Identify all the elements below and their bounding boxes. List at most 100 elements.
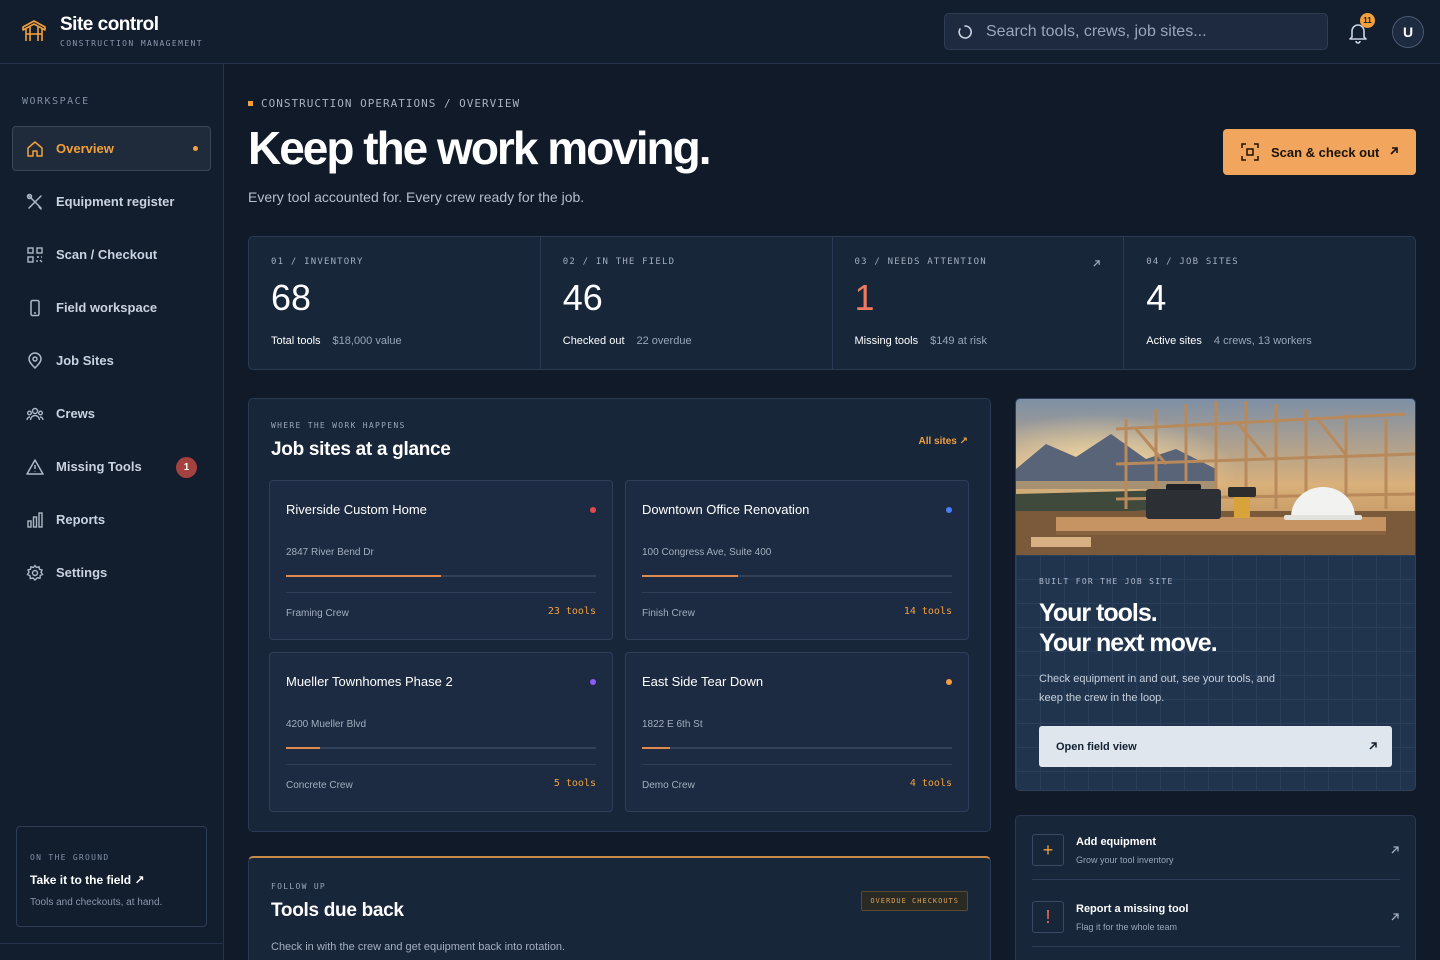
brand[interactable]: Site control CONSTRUCTION MANAGEMENT [20, 14, 203, 48]
overdue-badge: OVERDUE CHECKOUTS [861, 891, 968, 911]
panel-kicker: FOLLOW UP [271, 882, 327, 891]
field-card[interactable]: ON THE GROUND Take it to the field ↗ Too… [16, 826, 207, 927]
site-status-dot [590, 679, 596, 685]
field-card-title: Take it to the field ↗ [30, 873, 145, 887]
sidebar-item-label: Reports [56, 512, 106, 527]
field-card-desc: Tools and checkouts, at hand. [30, 897, 163, 908]
sidebar-item-label: Settings [56, 565, 108, 580]
site-progress-track [642, 575, 952, 577]
stat-meta: 4 crews, 13 workers [1213, 335, 1312, 347]
site-address: 1822 E 6th St [642, 719, 703, 730]
divider [286, 764, 596, 765]
site-name: Downtown Office Renovation [642, 502, 810, 517]
exclamation-icon: ! [1032, 901, 1064, 933]
promo-kicker: BUILT FOR THE JOB SITE [1039, 577, 1174, 586]
promo-title: Your tools. Your next move. [1039, 598, 1339, 658]
stat-needs-attention[interactable]: 03 / NEEDS ATTENTION 1 Missing tools $149… [833, 237, 1125, 369]
site-crew: Finish Crew [642, 608, 695, 619]
stat-meta: 22 overdue [636, 335, 692, 347]
add-equipment-action[interactable]: + Add equipment Grow your tool inventory [1032, 816, 1400, 880]
sidebar-section-label: WORKSPACE [22, 96, 90, 107]
site-progress-fill [642, 575, 739, 577]
open-field-view-label: Open field view [1056, 740, 1137, 753]
quick-actions-panel: + Add equipment Grow your tool inventory… [1015, 815, 1416, 960]
sidebar-item-label: Missing Tools [56, 459, 142, 474]
sidebar-item-reports[interactable]: Reports [12, 497, 211, 542]
sidebar-item-label: Scan / Checkout [56, 247, 158, 262]
divider [286, 592, 596, 593]
all-sites-link[interactable]: All sites ↗ [918, 436, 968, 447]
site-card[interactable]: Downtown Office Renovation 100 Congress … [625, 480, 969, 640]
sidebar-item-settings[interactable]: Settings [12, 550, 211, 595]
home-icon [27, 140, 43, 157]
stat-in-field[interactable]: 02 / IN THE FIELD 46 Checked out 22 overd… [541, 237, 833, 369]
sidebar-item-overview[interactable]: Overview [12, 126, 211, 171]
sidebar-item-field-workspace[interactable]: Field workspace [12, 285, 211, 330]
stat-job-sites[interactable]: 04 / JOB SITES 4 Active sites 4 crews, 13… [1124, 237, 1415, 369]
site-progress-fill [286, 575, 441, 577]
brand-subtitle: CONSTRUCTION MANAGEMENT [60, 39, 203, 48]
active-dot [193, 146, 198, 151]
scan-icon [1241, 143, 1259, 161]
site-name: Riverside Custom Home [286, 502, 427, 517]
stat-kicker: 04 / JOB SITES [1146, 257, 1239, 267]
site-card[interactable]: Mueller Townhomes Phase 2 4200 Mueller B… [269, 652, 613, 812]
divider [642, 592, 952, 593]
stat-kicker: 01 / INVENTORY [271, 257, 364, 267]
action-title: Report a missing tool [1076, 903, 1189, 915]
site-card[interactable]: East Side Tear Down 1822 E 6th St Demo C… [625, 652, 969, 812]
scan-checkout-label: Scan & check out [1271, 144, 1380, 160]
site-name: Mueller Townhomes Phase 2 [286, 674, 453, 689]
sidebar-item-crews[interactable]: Crews [12, 391, 211, 436]
sidebar-item-equipment-register[interactable]: Equipment register [12, 179, 211, 224]
phone-icon [30, 299, 40, 316]
search-input[interactable] [986, 22, 1306, 41]
site-tools-count: 4 tools [909, 778, 952, 789]
plus-icon: + [1032, 834, 1064, 866]
site-crew: Demo Crew [642, 780, 695, 791]
action-desc: Grow your tool inventory [1076, 855, 1174, 865]
stat-value: 1 [854, 277, 875, 318]
search-box[interactable] [944, 13, 1328, 50]
action-title: Add equipment [1076, 836, 1157, 848]
notification-badge: 11 [1360, 13, 1375, 28]
brand-title: Site control [60, 14, 159, 35]
divider [642, 764, 952, 765]
field-card-kicker: ON THE GROUND [30, 853, 110, 862]
map-pin-icon [28, 351, 42, 369]
tools-due-panel: FOLLOW UP Tools due back OVERDUE CHECKOU… [248, 856, 991, 960]
sidebar-item-scan-checkout[interactable]: Scan / Checkout [12, 232, 211, 277]
action-desc: Flag it for the whole team [1076, 922, 1178, 932]
site-progress-fill [642, 747, 670, 749]
scan-checkout-button[interactable]: Scan & check out [1223, 129, 1416, 175]
sidebar-item-label: Equipment register [56, 194, 175, 209]
panel-title: Tools due back [271, 900, 404, 921]
job-sites-panel: WHERE THE WORK HAPPENS Job sites at a gl… [248, 398, 991, 832]
stats-strip: 01 / INVENTORY 68 Total tools $18,000 val… [248, 236, 1416, 370]
site-progress-track [286, 747, 596, 749]
sidebar-item-job-sites[interactable]: Job Sites [12, 338, 211, 383]
report-missing-tool-action[interactable]: ! Report a missing tool Flag it for the … [1032, 883, 1400, 947]
site-status-dot [590, 507, 596, 513]
open-field-view-button[interactable]: Open field view [1039, 726, 1392, 767]
stat-label: Checked out [562, 335, 625, 347]
gear-icon [26, 563, 44, 581]
stat-label: Missing tools [854, 335, 919, 347]
panel-kicker: WHERE THE WORK HAPPENS [271, 421, 406, 430]
stat-inventory[interactable]: 01 / INVENTORY 68 Total tools $18,000 val… [249, 237, 541, 369]
stat-kicker: 02 / IN THE FIELD [562, 257, 676, 267]
sidebar-item-label: Job Sites [56, 353, 114, 368]
panel-description: Check in with the crew and get equipment… [271, 941, 566, 953]
avatar[interactable]: U [1392, 16, 1424, 48]
sidebar-item-label: Field workspace [56, 300, 158, 315]
site-card[interactable]: Riverside Custom Home 2847 River Bend Dr… [269, 480, 613, 640]
site-progress-fill [286, 747, 321, 749]
sidebar-item-label: Crews [56, 406, 96, 421]
sidebar-item-missing-tools[interactable]: Missing Tools 1 [12, 444, 211, 489]
qr-icon [27, 246, 43, 263]
site-address: 4200 Mueller Blvd [286, 719, 367, 730]
sidebar-item-label: Overview [56, 141, 114, 156]
arrow-up-right-icon [1391, 846, 1399, 854]
sidebar-nav: Overview Equipment register Scan / Check… [12, 126, 211, 603]
arrow-up-right-icon [1369, 742, 1377, 750]
